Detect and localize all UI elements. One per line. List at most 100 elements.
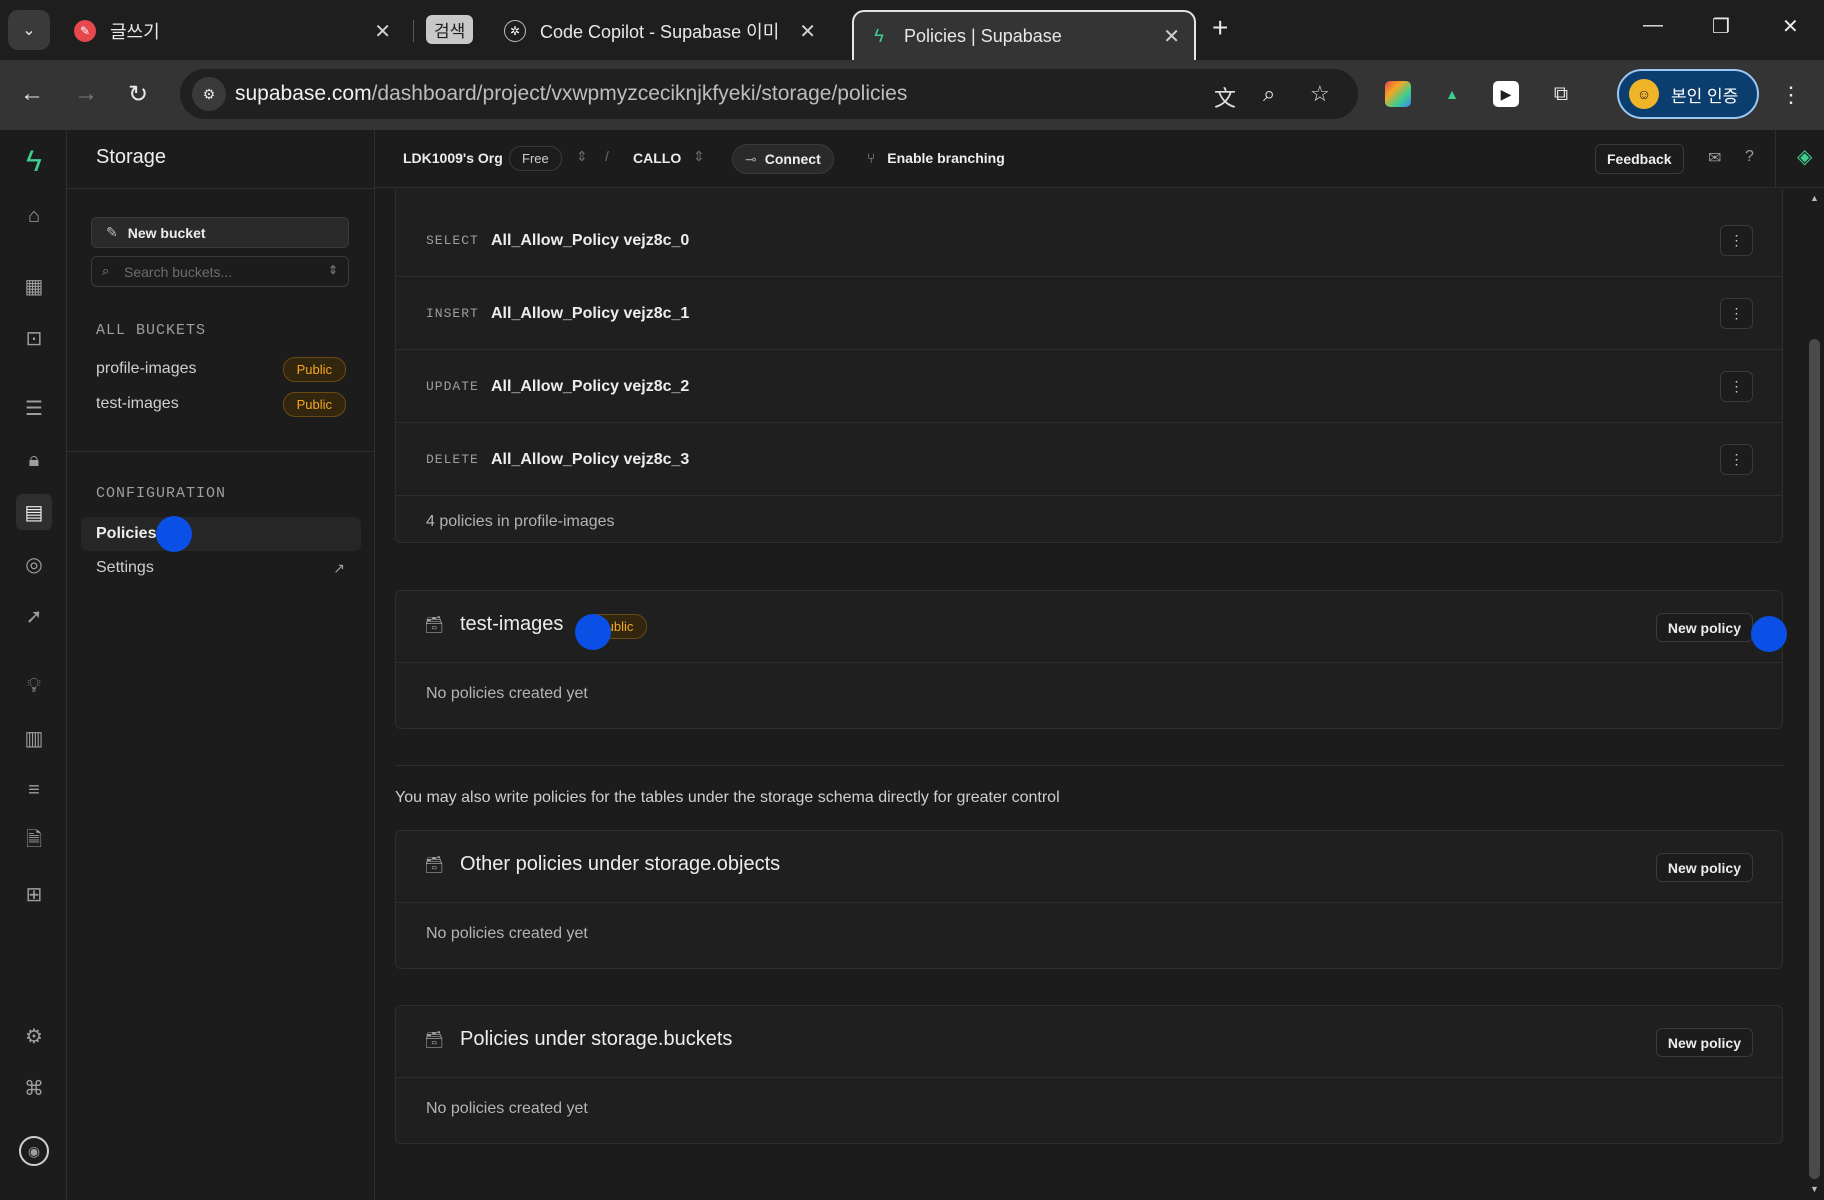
tab-group-chip[interactable]: 검색 [426, 15, 474, 44]
section-title: Other policies under storage.objects [460, 853, 781, 875]
browser-toolbar: ← → ↻ ⚙ supabase.com/dashboard/project/v… [0, 60, 1824, 130]
storage-buckets-card: 🗃︎ Policies under storage.buckets New po… [395, 1005, 1783, 1144]
restore-icon[interactable]: ❐ [1712, 14, 1730, 39]
home-icon[interactable]: ⌂ [16, 198, 52, 234]
reports-icon[interactable]: ▥ [16, 720, 52, 756]
help-icon[interactable]: ? [1745, 148, 1754, 166]
scrollbar-thumb[interactable] [1809, 339, 1820, 1179]
plan-badge: Free [509, 146, 562, 171]
sidebar-item-label: Settings [96, 559, 154, 576]
database-icon[interactable]: ☰ [16, 390, 52, 426]
auth-lock-icon[interactable]: 🔒︎ [16, 442, 52, 478]
extension-color-icon[interactable] [1385, 81, 1411, 107]
advisors-bulb-icon[interactable]: 💡︎ [16, 668, 52, 704]
scroll-up-icon[interactable]: ▲ [1810, 193, 1819, 203]
translate-icon[interactable]: ⽂ [1214, 81, 1236, 113]
more-options-icon[interactable]: ⋮ [1720, 225, 1753, 256]
configuration-heading: CONFIGURATION [96, 485, 227, 502]
browser-tab-active[interactable]: ϟ Policies | Supabase ✕ [852, 10, 1196, 60]
more-options-icon[interactable]: ⋮ [1720, 371, 1753, 402]
integrations-icon[interactable]: ⊞ [16, 876, 52, 912]
search-icon: ⌕ [102, 263, 110, 278]
extension-play-icon[interactable]: ▶ [1493, 81, 1519, 107]
zoom-icon[interactable]: ⌕ [1263, 81, 1275, 107]
sidebar-item-policies[interactable]: Policies [81, 517, 361, 551]
git-branch-icon: ⑂ [867, 150, 876, 166]
scroll-down-icon[interactable]: ▼ [1810, 1184, 1819, 1194]
connect-button[interactable]: ⊸ Connect [732, 144, 834, 174]
edge-functions-icon[interactable]: ◎ [16, 546, 52, 582]
logs-icon[interactable]: ≡ [16, 772, 52, 808]
org-switcher-icon[interactable]: ⇕ [576, 148, 588, 165]
section-title: Policies under storage.buckets [460, 1028, 733, 1050]
tab-search-button[interactable]: ⌄ [8, 10, 50, 50]
storage-objects-card: 🗃︎ Other policies under storage.objects … [395, 830, 1783, 969]
new-bucket-label: New bucket [127, 224, 206, 241]
back-icon[interactable]: ← [20, 80, 44, 108]
sql-editor-icon[interactable]: ⊡ [16, 320, 52, 356]
more-options-icon[interactable]: ⋮ [1720, 298, 1753, 329]
policy-row[interactable]: DELETE All_Allow_Policy vejz8c_3 ⋮ [396, 424, 1782, 496]
supabase-app: ϟ ⌂ ▦ ⊡ ☰ 🔒︎ ▤ ◎ ➚ 💡︎ ▥ ≡ 🗎 ⊞ ⚙ ⌘ ◉ Stor… [0, 130, 1824, 1200]
scrollbar[interactable]: ▲ ▼ [1805, 189, 1824, 1200]
feedback-button[interactable]: Feedback [1595, 144, 1684, 174]
settings-gear-icon[interactable]: ⚙ [16, 1018, 52, 1054]
sidebar-item-settings[interactable]: Settings ↗ [81, 551, 361, 585]
forward-icon[interactable]: → [74, 80, 98, 108]
tab-close-icon[interactable]: ✕ [799, 19, 816, 44]
minimize-icon[interactable]: — [1643, 14, 1663, 37]
storage-icon[interactable]: ▤ [16, 494, 52, 530]
chevron-updown-icon[interactable]: ⇕ [328, 263, 338, 277]
browser-tab[interactable]: ✲ Code Copilot - Supabase 이미 ✕ [490, 10, 830, 52]
site-info-icon[interactable]: ⚙ [192, 77, 226, 111]
table-editor-icon[interactable]: ▦ [16, 268, 52, 304]
profile-button[interactable]: ☺ 본인 인증 [1617, 69, 1759, 119]
tab-close-icon[interactable]: ✕ [374, 19, 391, 44]
sidebar-title: Storage [96, 146, 167, 168]
profile-label: 본인 인증 [1671, 86, 1739, 106]
new-policy-button[interactable]: New policy [1655, 853, 1753, 882]
browser-menu-icon[interactable]: ⋮ [1780, 82, 1802, 108]
more-options-icon[interactable]: ⋮ [1720, 444, 1753, 475]
bucket-title: test-images [460, 613, 564, 635]
url-text[interactable]: supabase.com/dashboard/project/vxwpmyzce… [235, 82, 907, 106]
project-switcher-icon[interactable]: ⇕ [693, 148, 705, 165]
new-policy-button[interactable]: New policy [1655, 613, 1753, 642]
bucket-item[interactable]: profile-images Public [96, 356, 346, 382]
reload-icon[interactable]: ↻ [128, 80, 148, 109]
new-bucket-button[interactable]: ✎ New bucket [91, 217, 349, 248]
browser-tab[interactable]: ✎ 글쓰기 ✕ [60, 10, 405, 52]
click-marker [575, 614, 611, 650]
policy-command: INSERT [426, 306, 479, 321]
test-images-card: 🗃︎ test-images Public New policy No poli… [395, 590, 1783, 729]
new-policy-button[interactable]: New policy [1655, 1028, 1753, 1057]
realtime-icon[interactable]: ➚ [16, 598, 52, 634]
policy-row[interactable]: SELECT All_Allow_Policy vejz8c_0 ⋮ [396, 205, 1782, 277]
user-avatar[interactable]: ◉ [19, 1136, 49, 1166]
policy-command: DELETE [426, 452, 479, 467]
command-icon[interactable]: ⌘ [16, 1070, 52, 1106]
api-docs-icon[interactable]: 🗎 [16, 824, 52, 860]
extension-triangle-icon[interactable]: ▲ [1439, 81, 1465, 107]
assistant-icon[interactable]: ◈ [1797, 144, 1812, 169]
extensions-puzzle-icon[interactable]: ⧉ [1548, 81, 1574, 107]
sidebar-item-label: Policies [96, 525, 157, 542]
tab-close-icon[interactable]: ✕ [1163, 24, 1180, 49]
project-name[interactable]: CALLO [633, 150, 681, 166]
bookmark-star-icon[interactable]: ☆ [1310, 81, 1330, 107]
policy-command: UPDATE [426, 379, 479, 394]
tab-separator [413, 20, 414, 42]
policy-name: All_Allow_Policy vejz8c_3 [491, 450, 690, 468]
inbox-icon[interactable]: ✉ [1708, 148, 1721, 168]
address-bar[interactable]: ⚙ supabase.com/dashboard/project/vxwpmyz… [180, 69, 1358, 119]
bucket-search[interactable]: ⌕ ⇕ [91, 256, 349, 287]
bucket-item[interactable]: test-images Public [96, 391, 346, 417]
bucket-search-input[interactable] [124, 262, 314, 282]
org-name[interactable]: LDK1009's Org [403, 150, 503, 166]
supabase-logo-icon[interactable]: ϟ [16, 144, 52, 180]
close-window-icon[interactable]: ✕ [1782, 14, 1799, 39]
policy-row[interactable]: INSERT All_Allow_Policy vejz8c_1 ⋮ [396, 278, 1782, 350]
policy-row[interactable]: UPDATE All_Allow_Policy vejz8c_2 ⋮ [396, 351, 1782, 423]
new-tab-button[interactable]: + [1212, 12, 1228, 44]
enable-branching-button[interactable]: ⑂ Enable branching [867, 150, 1005, 166]
